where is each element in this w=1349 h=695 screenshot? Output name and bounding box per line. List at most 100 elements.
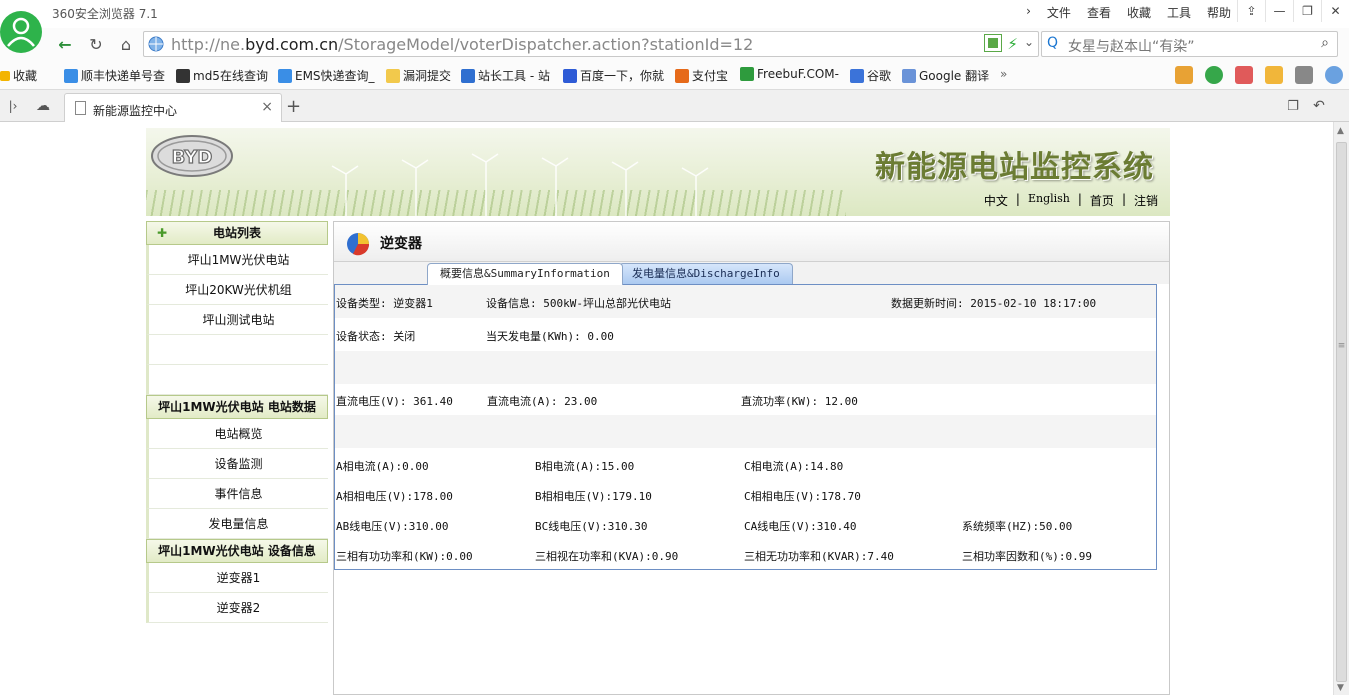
fav-sf-express[interactable]: 顺丰快递单号查	[64, 67, 165, 84]
apps-icon[interactable]	[1175, 66, 1193, 84]
info-row-empty	[335, 415, 1156, 448]
fav-freebuf[interactable]: FreebuF.COM-	[740, 67, 839, 81]
menu-generation-info[interactable]: 发电量信息	[146, 509, 328, 539]
menu-event-info[interactable]: 事件信息	[146, 479, 328, 509]
link-logout[interactable]: 注销	[1126, 192, 1166, 209]
tab-title: 新能源监控中心	[93, 104, 178, 118]
browser-menu: › 文件 查看 收藏 工具 帮助	[1026, 4, 1231, 21]
scrollbar-thumb[interactable]: ≡	[1336, 142, 1347, 682]
site-banner: BYD 新能源电站监控系统 中文 | English | 首页 | 注销	[146, 128, 1170, 216]
tab-list-icon[interactable]: ❐	[1280, 93, 1306, 119]
favorites-button[interactable]: 收藏	[0, 67, 37, 84]
station-list-title: 电站列表	[212, 226, 261, 240]
menu-favorites[interactable]: 收藏	[1127, 4, 1151, 21]
fav-google-translate[interactable]: Google 翻译	[902, 67, 989, 84]
back-button[interactable]: ←	[52, 31, 78, 57]
tab-new-energy-monitor[interactable]: 新能源监控中心 ×	[64, 93, 282, 122]
bc-line-voltage: BC线电压(V):310.30	[535, 520, 648, 533]
menu-file[interactable]: 文件	[1047, 4, 1071, 21]
restore-button[interactable]: ❐	[1293, 0, 1321, 22]
search-placeholder: 女星与赵本山“有染”	[1068, 39, 1195, 55]
tab-close-icon[interactable]: ×	[261, 99, 273, 115]
menu-help[interactable]: 帮助	[1207, 4, 1231, 21]
refresh-button[interactable]: ↻	[83, 31, 109, 57]
search-engine-icon[interactable]: Q	[1047, 35, 1058, 51]
url-input[interactable]: http://ne.byd.com.cn/StorageModel/voterD…	[143, 31, 1039, 57]
coupon-icon[interactable]	[1265, 66, 1283, 84]
byd-logo[interactable]: BYD	[150, 134, 234, 178]
scroll-up-icon[interactable]: ▲	[1337, 126, 1344, 136]
grid-icon	[176, 68, 190, 83]
new-tab-button[interactable]: +	[286, 96, 301, 117]
search-input[interactable]: Q 女星与赵本山“有染” ⌕	[1041, 31, 1338, 57]
link-home[interactable]: 首页	[1082, 192, 1122, 209]
fav-chinaz[interactable]: 站长工具 - 站	[461, 67, 550, 84]
user-avatar-icon[interactable]	[0, 6, 42, 58]
phase-a-voltage: A相相电压(V):178.00	[336, 490, 453, 503]
menu-tools[interactable]: 工具	[1167, 4, 1191, 21]
active-power-sum: 三相有功功率和(KW):0.00	[336, 550, 473, 563]
station-data-header[interactable]: 坪山1MW光伏电站 电站数据	[146, 395, 328, 419]
vertical-scrollbar[interactable]: ▲ ≡ ▼	[1333, 122, 1349, 695]
document-icon	[75, 101, 86, 115]
station-item-pingshan-1mw[interactable]: 坪山1MW光伏电站	[146, 245, 328, 275]
fav-md5[interactable]: md5在线查询	[176, 67, 268, 84]
info-row-power: 三相有功功率和(KW):0.00 三相视在功率和(KVA):0.90 三相无功功…	[335, 538, 1156, 571]
window-controls: ⇪ — ❐ ✕	[1237, 0, 1349, 22]
fav-alipay[interactable]: 支付宝	[675, 67, 728, 84]
phase-c-voltage: C相相电压(V):178.70	[744, 490, 861, 503]
fav-vuln-submit[interactable]: 漏洞提交	[386, 67, 451, 84]
fav-google[interactable]: 谷歌	[850, 67, 891, 84]
freebuf-icon	[740, 67, 754, 81]
panel-header: 逆变器	[334, 222, 1169, 262]
sidebar-toggle-icon[interactable]: |›	[0, 93, 26, 119]
station-item-pingshan-test[interactable]: 坪山测试电站	[146, 305, 328, 335]
menu-station-overview[interactable]: 电站概览	[146, 419, 328, 449]
globe-icon	[148, 36, 164, 52]
qrcode-icon[interactable]	[984, 34, 1003, 52]
menu-inverter-2[interactable]: 逆变器2	[146, 593, 328, 623]
translate-ext-icon[interactable]	[1235, 66, 1253, 84]
undo-close-icon[interactable]: ↶	[1306, 93, 1332, 119]
search-icon[interactable]: ⌕	[1321, 35, 1329, 51]
menu-view[interactable]: 查看	[1087, 4, 1111, 21]
link-english[interactable]: English	[1020, 192, 1078, 209]
station-list-header[interactable]: ✚ 电站列表	[146, 221, 328, 245]
device-info-header[interactable]: 坪山1MW光伏电站 设备信息	[146, 539, 328, 563]
info-row-line-voltage: AB线电压(V):310.00 BC线电压(V):310.30 CA线电压(V)…	[335, 508, 1156, 541]
menu-device-monitor[interactable]: 设备监测	[146, 449, 328, 479]
tab-discharge-info[interactable]: 发电量信息&DischargeInfo	[619, 263, 793, 285]
device-status: 设备状态: 关闭	[336, 330, 416, 343]
minimize-button[interactable]: —	[1265, 0, 1293, 22]
search-ext-icon[interactable]	[1325, 66, 1343, 84]
fav-ems[interactable]: EMS快递查询_	[278, 67, 375, 84]
dc-voltage: 直流电压(V): 361.40	[336, 395, 453, 408]
logo-text: BYD	[172, 147, 213, 168]
station-item-pingshan-20kw[interactable]: 坪山20KW光伏机组	[146, 275, 328, 305]
shield-icon[interactable]	[1205, 66, 1223, 84]
game-icon[interactable]	[1295, 66, 1313, 84]
scroll-down-icon[interactable]: ▼	[1337, 683, 1344, 693]
google-icon	[850, 68, 864, 83]
favorites-more-button[interactable]: »	[1000, 67, 1007, 81]
tab-summary-information[interactable]: 概要信息&SummaryInformation	[427, 263, 623, 285]
dropdown-icon[interactable]: ⌄	[1024, 35, 1034, 53]
menu-chevron-icon[interactable]: ›	[1026, 4, 1031, 21]
dc-power: 直流功率(KW): 12.00	[741, 395, 858, 408]
browser-titlebar: 360安全浏览器 7.1 › 文件 查看 收藏 工具 帮助 ⇪ — ❐ ✕	[0, 0, 1349, 53]
system-frequency: 系统频率(HZ):50.00	[962, 520, 1073, 533]
url-icons: ⚡ ⌄	[984, 34, 1034, 53]
device-info: 设备信息: 500kW-坪山总部光伏电站	[486, 297, 671, 310]
lightning-icon[interactable]: ⚡	[1007, 35, 1018, 53]
cloud-icon[interactable]: ☁	[30, 93, 56, 119]
ie-page-icon	[278, 68, 292, 83]
home-button[interactable]: ⌂	[113, 31, 139, 57]
site-container: BYD 新能源电站监控系统 中文 | English | 首页 | 注销 ✚ 电…	[146, 128, 1170, 695]
skin-icon[interactable]: ⇪	[1237, 0, 1265, 22]
fav-baidu[interactable]: 百度一下，你就	[563, 67, 664, 84]
link-chinese[interactable]: 中文	[976, 192, 1016, 209]
close-window-button[interactable]: ✕	[1321, 0, 1349, 22]
info-row-empty	[335, 351, 1156, 384]
summary-info-box: 设备类型: 逆变器1 设备信息: 500kW-坪山总部光伏电站 数据更新时间: …	[334, 284, 1157, 570]
menu-inverter-1[interactable]: 逆变器1	[146, 563, 328, 593]
